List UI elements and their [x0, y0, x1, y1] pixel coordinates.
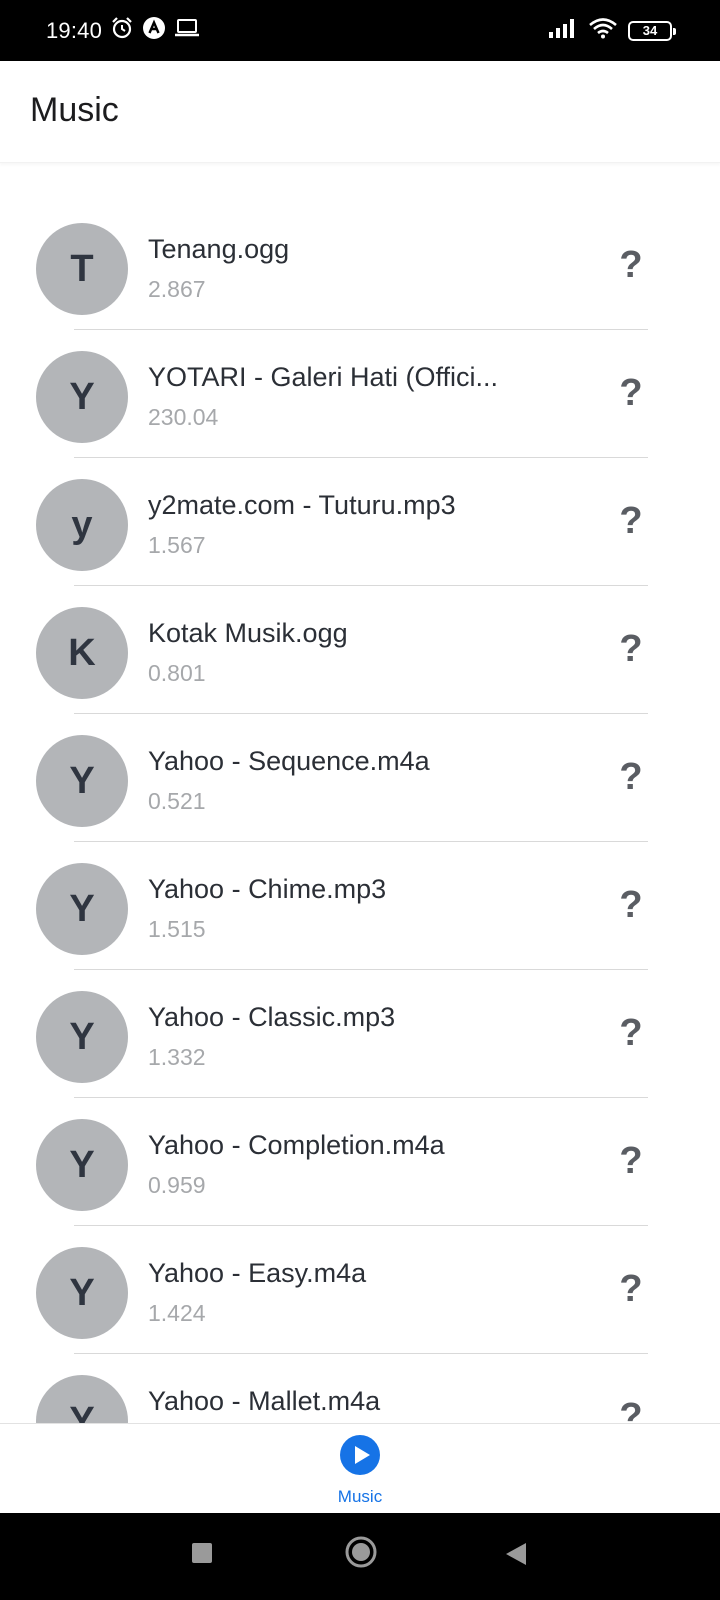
help-icon[interactable]: ? — [608, 1010, 654, 1056]
list-item[interactable]: T Tenang.ogg 2.867 ? — [0, 202, 720, 330]
item-title: Yahoo - Sequence.m4a — [148, 746, 430, 776]
back-triangle-icon[interactable] — [504, 1541, 528, 1572]
item-subtitle: 0.959 — [148, 1172, 206, 1198]
list-item[interactable]: Y Yahoo - Classic.mp3 1.332 ? — [0, 970, 720, 1098]
help-icon[interactable]: ? — [608, 626, 654, 672]
item-subtitle: 230.04 — [148, 404, 219, 430]
item-title: YOTARI - Galeri Hati (Offici... — [148, 362, 499, 392]
status-left: 19:40 — [46, 16, 200, 45]
status-time: 19:40 — [46, 17, 103, 43]
list-item[interactable]: Y Yahoo - Chime.mp3 1.515 ? — [0, 842, 720, 970]
avatar: Y — [36, 351, 128, 443]
item-title: Yahoo - Completion.m4a — [148, 1130, 445, 1160]
list-item[interactable]: Y Yahoo - Easy.m4a 1.424 ? — [0, 1226, 720, 1354]
avatar: T — [36, 223, 128, 315]
status-bar: 19:40 34 — [0, 0, 720, 61]
home-circle-icon[interactable] — [344, 1535, 378, 1574]
item-subtitle: 1.567 — [148, 532, 206, 558]
play-circle-icon — [339, 1434, 381, 1481]
list-item[interactable]: K Kotak Musik.ogg 0.801 ? — [0, 586, 720, 714]
item-subtitle: 1.424 — [148, 1300, 206, 1326]
app-header: Music — [0, 61, 720, 163]
page-title: Music — [30, 91, 119, 129]
item-subtitle: 2.867 — [148, 276, 206, 302]
item-title: Kotak Musik.ogg — [148, 618, 348, 648]
battery-icon: 34 — [628, 20, 676, 41]
item-title: y2mate.com - Tuturu.mp3 — [148, 490, 456, 520]
laptop-icon — [174, 17, 200, 44]
a-app-icon — [142, 16, 166, 45]
item-subtitle: 0.801 — [148, 660, 206, 686]
alarm-icon — [110, 16, 134, 45]
item-title: Yahoo - Mallet.m4a — [148, 1386, 381, 1416]
avatar: Y — [36, 735, 128, 827]
help-icon[interactable]: ? — [608, 242, 654, 288]
list-item[interactable]: Y Yahoo - Mallet.m4a ? — [0, 1354, 720, 1424]
help-icon[interactable]: ? — [608, 498, 654, 544]
avatar: Y — [36, 863, 128, 955]
list-item[interactable]: y y2mate.com - Tuturu.mp3 1.567 ? — [0, 458, 720, 586]
tab-music[interactable]: Music — [320, 1434, 400, 1510]
item-title: Yahoo - Chime.mp3 — [148, 874, 387, 904]
item-title: Tenang.ogg — [148, 234, 290, 264]
avatar: y — [36, 479, 128, 571]
help-icon[interactable]: ? — [608, 1138, 654, 1184]
list-item[interactable]: Y YOTARI - Galeri Hati (Offici... 230.04… — [0, 330, 720, 458]
avatar: Y — [36, 1247, 128, 1339]
help-icon[interactable]: ? — [608, 882, 654, 928]
item-subtitle: 0.521 — [148, 788, 206, 814]
avatar: Y — [36, 1119, 128, 1211]
avatar: Y — [36, 991, 128, 1083]
signal-icon — [548, 18, 578, 43]
status-right: 34 — [548, 17, 676, 44]
item-title: Yahoo - Easy.m4a — [148, 1258, 367, 1288]
music-list[interactable]: T Tenang.ogg 2.867 ? Y YOTARI - Galeri H… — [0, 202, 720, 1424]
item-title: Yahoo - Classic.mp3 — [148, 1002, 396, 1032]
help-icon[interactable]: ? — [608, 754, 654, 800]
wifi-icon — [588, 17, 618, 44]
item-subtitle: 1.332 — [148, 1044, 206, 1070]
list-item[interactable]: Y Yahoo - Sequence.m4a 0.521 ? — [0, 714, 720, 842]
list-item[interactable]: Y Yahoo - Completion.m4a 0.959 ? — [0, 1098, 720, 1226]
recents-square-icon[interactable] — [190, 1541, 214, 1570]
system-nav-bar — [0, 1513, 720, 1600]
avatar: Y — [36, 1375, 128, 1424]
item-subtitle: 1.515 — [148, 916, 206, 942]
help-icon[interactable]: ? — [608, 370, 654, 416]
bottom-nav: Music — [0, 1423, 720, 1513]
help-icon[interactable]: ? — [608, 1394, 654, 1425]
help-icon[interactable]: ? — [608, 1266, 654, 1312]
tab-label: Music — [337, 1487, 383, 1506]
avatar: K — [36, 607, 128, 699]
